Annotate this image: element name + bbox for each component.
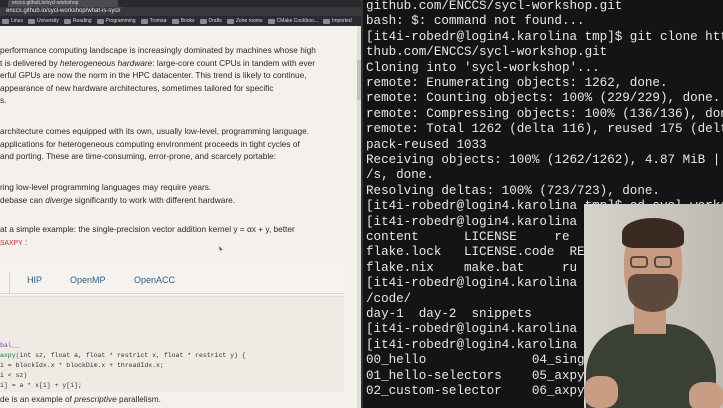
folder-icon [140, 18, 148, 24]
glasses-icon [654, 256, 672, 268]
paragraph-line: and porting. These are time-consuming, e… [0, 151, 277, 161]
folder-icon [322, 18, 330, 24]
bookmark-tromso[interactable]: Tromsø [140, 18, 167, 24]
webcam-video [584, 204, 723, 408]
browser-tab-strip: enccs.github.io/sycl-workshop [0, 0, 361, 7]
terminal-line: 00_hello 04_singl [366, 353, 593, 368]
address-bar[interactable]: enccs.github.io/sycl-workshop/what-is-sy… [0, 7, 361, 16]
terminal-line: 02_custom-selector 06_axpy- [366, 384, 593, 398]
folder-icon [171, 18, 179, 24]
terminal-line: day-1 day-2 snippets [366, 307, 532, 321]
tab-openmp[interactable]: OpenMP [70, 275, 106, 285]
paragraph-line: t is delivered by heterogeneous hardware… [0, 57, 316, 68]
terminal-line: [it4i-robedr@login4.karolina [366, 322, 578, 337]
terminal-line: remote: Total 1262 (delta 116), reused 1… [366, 122, 723, 137]
paragraph-line: erful GPUs are now the norm in the HPC d… [0, 70, 307, 80]
folder-icon [267, 18, 275, 24]
paragraph-line: appearance of new hardware architectures… [0, 82, 274, 93]
bookmark-reading[interactable]: Reading [63, 18, 92, 24]
paragraph-line: SAXPY : [0, 237, 28, 248]
paragraph-line: architecture comes equipped with its own… [0, 126, 309, 136]
terminal-line: github.com/ENCCS/sycl-workshop.git [366, 0, 623, 13]
terminal-line: thub.com/ENCCS/sycl-workshop.git [366, 45, 608, 60]
bookmarks-bar: Linux University Reading Programming Tro… [0, 16, 361, 26]
presenter-beard [628, 274, 678, 312]
bookmark-linux[interactable]: Linux [2, 18, 23, 24]
folder-icon [63, 18, 71, 24]
terminal-line: [it4i-robedr@login4.karolina [366, 337, 578, 352]
active-tab-indicator [0, 272, 10, 294]
code-line: i = blockIdx.x * blockDim.x + threadIdx.… [0, 362, 164, 369]
glasses-icon [630, 256, 648, 268]
folder-icon [199, 18, 207, 24]
terminal-line: [it4i-robedr@login4.karolina tmp]$ git c… [366, 29, 723, 44]
terminal-line: Resolving deltas: 100% (723/723), done. [366, 183, 660, 198]
url-text[interactable]: enccs.github.io/sycl-workshop/what-is-sy… [6, 8, 120, 15]
terminal-line: remote: Compressing objects: 100% (136/1… [366, 106, 723, 121]
presenter-hand [584, 376, 618, 408]
paragraph-line: performance computing landscape is incre… [0, 45, 316, 55]
terminal-line: 01_hello-selectors 05_axpy- [366, 368, 593, 383]
terminal-line: remote: Enumerating objects: 1262, done. [366, 76, 668, 90]
folder-icon [27, 18, 35, 24]
terminal-line: /s, done. [366, 168, 434, 183]
code-tabs: HIP OpenMP OpenACC [0, 264, 344, 294]
folder-icon [96, 18, 104, 24]
list-item: debase can diverge significantly to work… [0, 195, 236, 205]
bookmark-imported[interactable]: Imported [322, 18, 352, 24]
bookmark-university[interactable]: University [27, 18, 59, 24]
presenter-hand [689, 382, 723, 408]
code-line: i < sz) [0, 372, 28, 379]
folder-icon [2, 18, 9, 24]
presenter-hair [622, 218, 684, 248]
paragraph-line: applications for heterogeneous computing… [0, 138, 300, 149]
paragraph-line: de is an example of prescriptive paralle… [0, 394, 161, 404]
bookmark-books[interactable]: Books [171, 18, 195, 24]
terminal-line: [it4i-robedr@login4.karolina [366, 214, 578, 229]
code-block: bal__ axpy(int sz, float a, float * rest… [0, 296, 344, 392]
terminal-line: bash: $: command not found... [366, 14, 585, 29]
code-line: axpy(int sz, float a, float * restrict x… [0, 352, 246, 359]
folder-icon [226, 18, 234, 24]
bookmark-cmake-cookbook[interactable]: CMake Cookboo... [267, 18, 318, 24]
paragraph-line: at a simple example: the single-precisio… [0, 224, 295, 234]
tab-hip[interactable]: HIP [27, 275, 42, 285]
list-item: ring low-level programming languages may… [0, 182, 212, 192]
browser-window: enccs.github.io/sycl-workshop enccs.gith… [0, 0, 361, 408]
terminal-line: [it4i-robedr@login4.karolina [366, 276, 578, 291]
bookmark-zone-rooms[interactable]: Zone rooms [226, 18, 263, 24]
paragraph-line: s. [0, 95, 7, 105]
terminal-line: Receiving objects: 100% (1262/1262), 4.8… [366, 153, 721, 167]
bookmark-drafts[interactable]: Drafts [199, 18, 222, 24]
terminal-line: content LICENSE re [366, 230, 570, 244]
screen: enccs.github.io/sycl-workshop enccs.gith… [0, 0, 723, 408]
bookmark-programming[interactable]: Programming [96, 18, 136, 24]
tab-openacc[interactable]: OpenACC [134, 275, 175, 285]
page-content: performance computing landscape is incre… [0, 26, 361, 408]
terminal-line: flake.lock LICENSE.code REA [366, 245, 593, 260]
terminal-line: Cloning into 'sycl-workshop'... [366, 60, 600, 75]
terminal-line: remote: Counting objects: 100% (229/229)… [366, 91, 721, 106]
saxpy-code: SAXPY [0, 240, 23, 248]
code-line: bal__ [0, 342, 20, 349]
terminal-line: /code/ [366, 291, 412, 306]
terminal-line: flake.nix make.bat ru [366, 260, 578, 275]
browser-tab[interactable]: enccs.github.io/sycl-workshop [8, 0, 118, 7]
code-line: i] = a * x[i] + y[i]; [0, 382, 82, 389]
terminal-line: pack-reused 1033 [366, 137, 487, 152]
